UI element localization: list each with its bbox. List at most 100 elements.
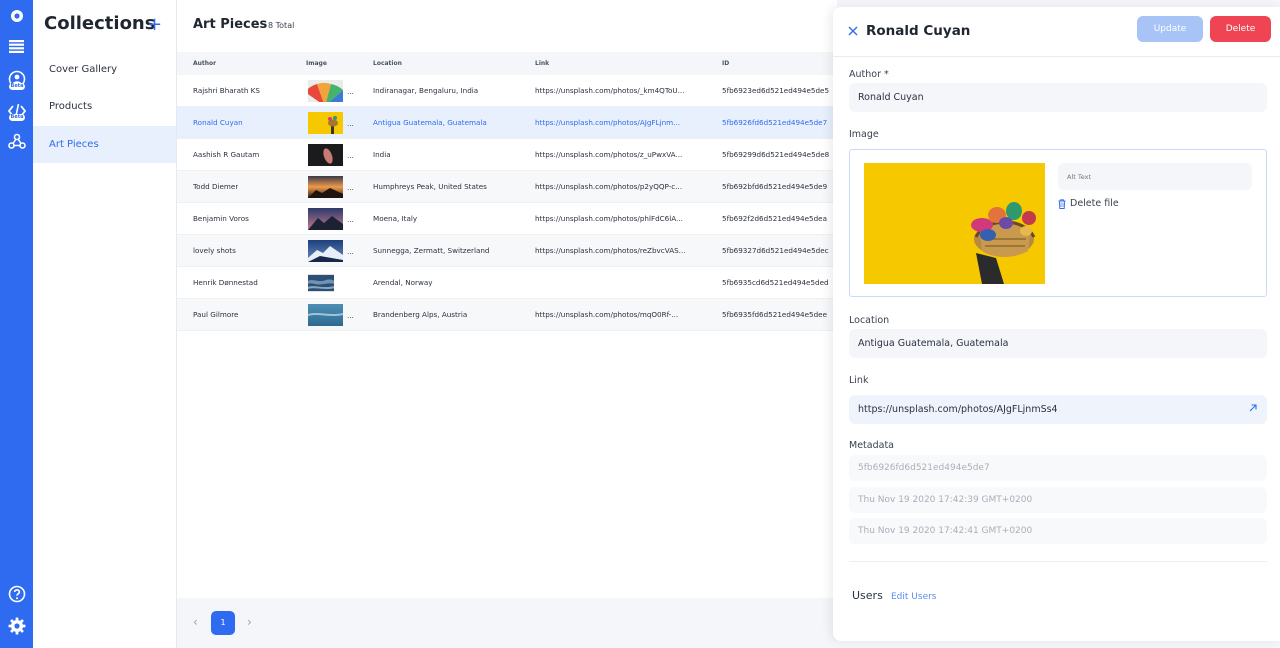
metadata-created-field: Thu Nov 19 2020 17:42:39 GMT+0200 xyxy=(849,487,1267,513)
image-more-indicator: ... xyxy=(347,216,354,224)
image-upload-box: Delete file xyxy=(849,149,1267,297)
code-icon[interactable] xyxy=(0,96,33,126)
cell-id: 5fb6935cd6d521ed494e5ded xyxy=(722,278,829,287)
image-label: Image xyxy=(849,129,879,140)
collections-sidebar: Collections + Cover Gallery Products Art… xyxy=(33,0,177,648)
entry-count: 8 Total xyxy=(268,21,295,30)
metadata-id-field: 5fb6926fd6d521ed494e5de7 xyxy=(849,455,1267,481)
webhooks-icon[interactable] xyxy=(0,126,33,156)
help-icon[interactable] xyxy=(0,579,33,609)
thumbnail-image xyxy=(308,176,343,198)
cell-link: https://unsplash.com/photos/_km4QToU... xyxy=(535,86,685,95)
sidebar-item-cover-gallery[interactable]: Cover Gallery xyxy=(33,51,176,88)
pagination: ‹ 1 › xyxy=(177,598,837,648)
column-header-link[interactable]: Link xyxy=(535,52,549,75)
cell-link: https://unsplash.com/photos/z_uPwxVA... xyxy=(535,150,683,159)
cell-author: Paul Gilmore xyxy=(193,310,239,319)
location-field[interactable]: Antigua Guatemala, Guatemala xyxy=(849,329,1267,358)
cell-id: 5fb6926fd6d521ed494e5de7 xyxy=(722,118,828,127)
location-label: Location xyxy=(849,315,890,326)
column-header-image[interactable]: Image xyxy=(306,52,327,75)
trash-icon xyxy=(1058,198,1066,209)
cell-author: Todd Diemer xyxy=(193,182,239,191)
table-row[interactable]: Henrik Dønnestad Arendal, Norway 5fb6935… xyxy=(177,267,837,299)
thumbnail-image xyxy=(308,144,343,166)
image-more-indicator: ... xyxy=(347,152,354,160)
cell-id: 5fb6923ed6d521ed494e5de5 xyxy=(722,86,830,95)
cell-location: Humphreys Peak, United States xyxy=(373,182,487,191)
cell-location: Moena, Italy xyxy=(373,214,418,223)
table-row[interactable]: Ronald Cuyan ... Antigua Guatemala, Guat… xyxy=(177,107,837,139)
table-row[interactable]: lovely shots ... Sunnegga, Zermatt, Swit… xyxy=(177,235,837,267)
collection-table-area: Art Pieces 8 Total Author Image Location… xyxy=(177,0,837,648)
app-rail: Beta Beta xyxy=(0,0,33,648)
cell-author: lovely shots xyxy=(193,246,236,255)
author-field[interactable]: Ronald Cuyan xyxy=(849,83,1267,112)
close-icon[interactable] xyxy=(847,24,859,38)
table-row[interactable]: Todd Diemer ... Humphreys Peak, United S… xyxy=(177,171,837,203)
settings-gear-icon[interactable] xyxy=(0,611,33,641)
image-more-indicator: ... xyxy=(347,312,354,320)
edit-users-link[interactable]: Edit Users xyxy=(891,592,937,602)
metadata-label: Metadata xyxy=(849,440,894,451)
cell-location: Sunnegga, Zermatt, Switzerland xyxy=(373,246,490,255)
cell-location: Antigua Guatemala, Guatemala xyxy=(373,118,487,127)
cell-location: Arendal, Norway xyxy=(373,278,433,287)
update-button[interactable]: Update xyxy=(1137,16,1203,42)
panel-header: Ronald Cuyan Update Delete xyxy=(833,7,1280,57)
metadata-updated-field: Thu Nov 19 2020 17:42:41 GMT+0200 xyxy=(849,518,1267,544)
beta-badge: Beta xyxy=(9,114,25,121)
alt-text-input[interactable] xyxy=(1058,163,1252,190)
panel-title: Ronald Cuyan xyxy=(866,23,971,39)
thumbnail-image xyxy=(308,274,334,292)
table-row[interactable]: Rajshri Bharath KS ... Indiranagar, Beng… xyxy=(177,75,837,107)
sidebar-item-products[interactable]: Products xyxy=(33,88,176,125)
section-divider xyxy=(849,561,1267,562)
cell-location: Indiranagar, Bengaluru, India xyxy=(373,86,479,95)
users-section-title: Users xyxy=(852,589,883,602)
image-more-indicator: ... xyxy=(347,120,354,128)
image-more-indicator: ... xyxy=(347,88,354,96)
cell-author: Rajshri Bharath KS xyxy=(193,86,260,95)
logo-icon[interactable] xyxy=(0,1,33,31)
link-field[interactable]: https://unsplash.com/photos/AJgFLjnmSs4 xyxy=(849,395,1267,424)
prev-page-button[interactable]: ‹ xyxy=(193,614,198,630)
page-1-button[interactable]: 1 xyxy=(211,611,235,635)
column-header-author[interactable]: Author xyxy=(193,52,216,75)
table-header: Author Image Location Link ID xyxy=(177,52,837,75)
open-external-link-icon[interactable] xyxy=(1248,403,1258,413)
thumbnail-image xyxy=(308,240,343,262)
delete-file-button[interactable]: Delete file xyxy=(1058,198,1119,209)
delete-file-label: Delete file xyxy=(1070,198,1119,209)
cell-id: 5fb69299d6d521ed494e5de8 xyxy=(722,150,830,159)
entry-detail-panel: Ronald Cuyan Update Delete Author * Rona… xyxy=(833,7,1280,641)
cell-id: 5fb6935fd6d521ed494e5dee xyxy=(722,310,828,319)
page-title: Art Pieces xyxy=(193,17,268,32)
cell-link: https://unsplash.com/photos/reZbvcVAS... xyxy=(535,246,686,255)
table-row[interactable]: Paul Gilmore ... Brandenberg Alps, Austr… xyxy=(177,299,837,331)
table-row[interactable]: Aashish R Gautam ... India https://unspl… xyxy=(177,139,837,171)
cell-link: https://unsplash.com/photos/mqO0Rf-... xyxy=(535,310,679,319)
column-header-location[interactable]: Location xyxy=(373,52,402,75)
image-more-indicator: ... xyxy=(347,248,354,256)
next-page-button[interactable]: › xyxy=(247,614,252,630)
thumbnail-image xyxy=(308,208,343,230)
thumbnail-image xyxy=(308,80,343,102)
cell-id: 5fb692bfd6d521ed494e5de9 xyxy=(722,182,828,191)
author-label: Author * xyxy=(849,69,889,80)
thumbnail-image xyxy=(308,112,343,134)
sidebar-item-art-pieces[interactable]: Art Pieces xyxy=(33,126,176,163)
beta-badge: Beta xyxy=(9,83,25,90)
content-icon[interactable] xyxy=(0,31,33,61)
delete-button[interactable]: Delete xyxy=(1210,16,1271,42)
cell-link: https://unsplash.com/photos/phlFdC6lA... xyxy=(535,214,683,223)
cell-location: Brandenberg Alps, Austria xyxy=(373,310,468,319)
link-value: https://unsplash.com/photos/AJgFLjnmSs4 xyxy=(858,404,1058,415)
link-label: Link xyxy=(849,375,869,386)
column-header-id[interactable]: ID xyxy=(722,52,729,75)
image-preview[interactable] xyxy=(864,163,1045,284)
add-collection-button[interactable]: + xyxy=(147,15,162,35)
cell-location: India xyxy=(373,150,391,159)
cell-author: Benjamin Voros xyxy=(193,214,249,223)
table-row[interactable]: Benjamin Voros ... Moena, Italy https://… xyxy=(177,203,837,235)
